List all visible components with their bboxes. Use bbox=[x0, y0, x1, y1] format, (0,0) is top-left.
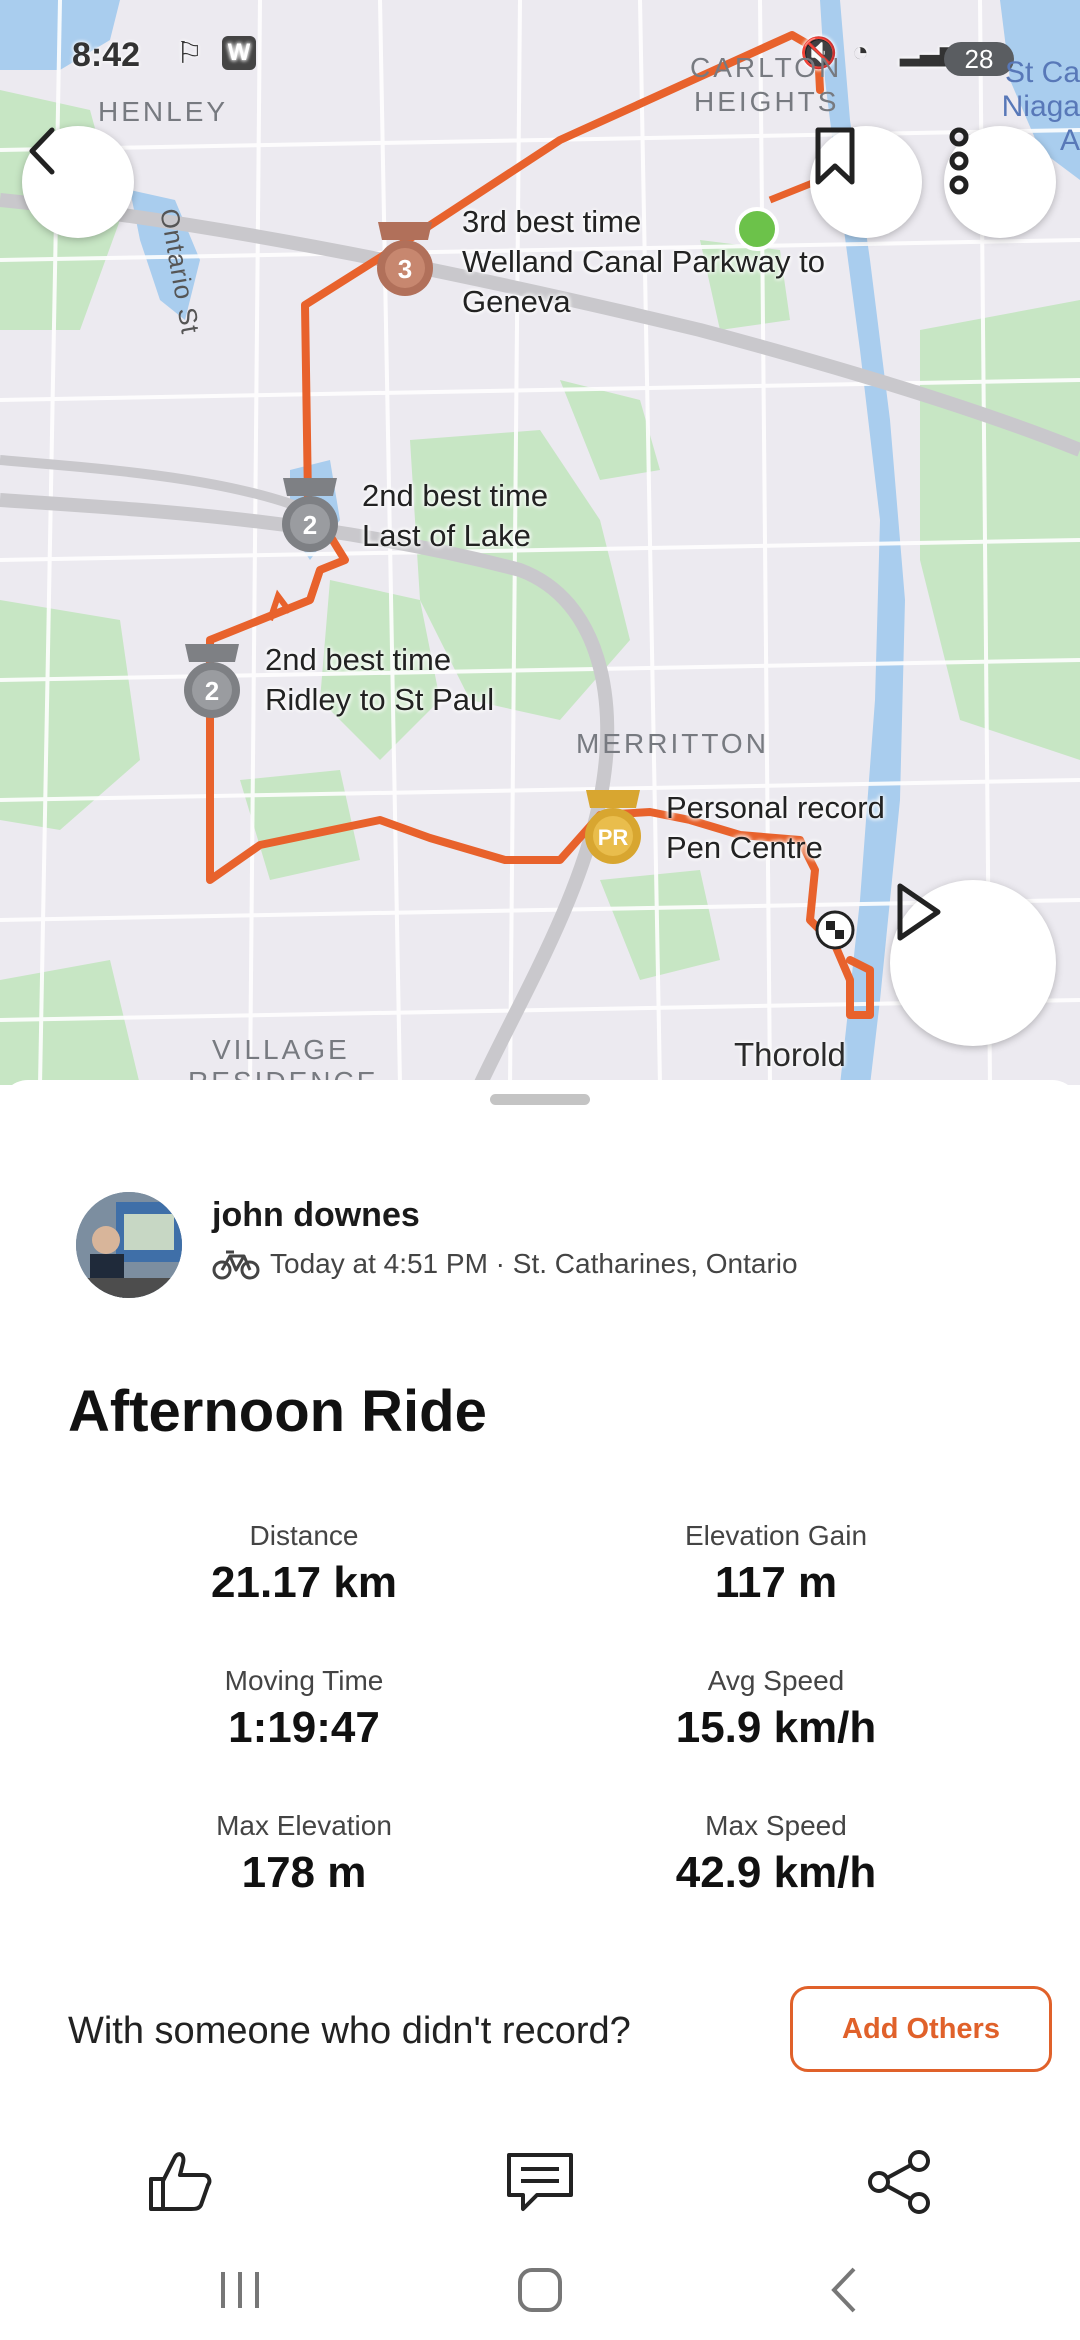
activity-sheet: john downes Today at 4:51 PM · St. Catha… bbox=[0, 1080, 1080, 2340]
system-nav-bar bbox=[0, 2250, 1080, 2340]
home-icon bbox=[518, 2268, 562, 2312]
stat-avg-speed: Avg Speed 15.9 km/h bbox=[566, 1665, 986, 1753]
play-icon bbox=[897, 883, 941, 941]
medal-number: 2 bbox=[205, 676, 219, 706]
segment-name: Welland Canal Parkway to bbox=[462, 244, 825, 279]
edge-label-line: Niaga bbox=[1001, 90, 1080, 123]
segment-name: Pen Centre bbox=[666, 830, 823, 865]
stat-label: Distance bbox=[249, 1520, 359, 1551]
more-options-button[interactable] bbox=[944, 126, 1056, 238]
stat-label: Moving Time bbox=[224, 1665, 384, 1696]
town-label-thorold: Thorold bbox=[734, 1036, 846, 1073]
pr-medal-icon[interactable]: PR bbox=[578, 786, 648, 870]
route-map[interactable]: 8:42 ⚐ W 🔇 ◔ ▂▃▅ 28 HENLEY CARLTON HEIGH… bbox=[0, 0, 1080, 1085]
place-label-carlton: CARLTON bbox=[690, 52, 843, 83]
comment-button[interactable] bbox=[498, 2140, 582, 2224]
share-button[interactable] bbox=[858, 2140, 942, 2224]
athlete-name[interactable]: john downes bbox=[212, 1196, 420, 1235]
thumbs-up-icon bbox=[149, 2152, 212, 2211]
segment-rank: 2nd best time bbox=[265, 642, 452, 677]
stat-max-speed: Max Speed 42.9 km/h bbox=[566, 1810, 986, 1898]
stat-max-elevation: Max Elevation 178 m bbox=[94, 1810, 514, 1898]
home-button[interactable] bbox=[500, 2250, 580, 2330]
silver-medal-icon[interactable]: 2 bbox=[177, 640, 247, 724]
status-time: 8:42 bbox=[72, 36, 141, 74]
activity-date-location: Today at 4:51 PM · St. Catharines, Ontar… bbox=[270, 1248, 798, 1279]
stat-value: 1:19:47 bbox=[228, 1703, 380, 1752]
bronze-medal-icon[interactable]: 3 bbox=[370, 218, 440, 302]
medal-number: 3 bbox=[398, 254, 412, 284]
wifi-icon: ◔ bbox=[852, 36, 869, 67]
stat-value: 117 m bbox=[714, 1558, 838, 1607]
flyover-play-button[interactable] bbox=[890, 880, 1056, 1046]
share-icon bbox=[868, 2150, 930, 2214]
segment-label[interactable]: Personal record Pen Centre bbox=[666, 788, 885, 868]
medal-number: 2 bbox=[303, 510, 317, 540]
bike-icon bbox=[212, 1250, 260, 1280]
stat-moving-time: Moving Time 1:19:47 bbox=[94, 1665, 514, 1753]
avatar[interactable] bbox=[76, 1192, 182, 1298]
stat-value: 42.9 km/h bbox=[675, 1848, 877, 1897]
avatar-photo bbox=[76, 1192, 182, 1298]
kudos-button[interactable] bbox=[138, 2140, 222, 2224]
segment-rank: Personal record bbox=[666, 790, 885, 825]
activity-meta: Today at 4:51 PM · St. Catharines, Ontar… bbox=[212, 1248, 798, 1280]
silver-medal-icon[interactable]: 2 bbox=[275, 474, 345, 558]
back-arrow-icon bbox=[29, 127, 55, 175]
stat-value: 15.9 km/h bbox=[675, 1703, 877, 1752]
more-vertical-icon bbox=[949, 127, 969, 195]
place-label-heights: HEIGHTS bbox=[694, 86, 840, 117]
segment-rank: 3rd best time bbox=[462, 204, 642, 239]
segment-label[interactable]: 2nd best time Last of Lake bbox=[362, 476, 548, 556]
chevron-left-icon bbox=[831, 2267, 856, 2313]
place-label-village: VILLAGE bbox=[212, 1034, 350, 1065]
segment-name: Ridley to St Paul bbox=[265, 682, 495, 717]
edge-label-line: St Ca bbox=[1004, 56, 1080, 89]
drag-handle[interactable] bbox=[490, 1094, 590, 1105]
stat-label: Avg Speed bbox=[707, 1665, 845, 1696]
activity-title: Afternoon Ride bbox=[68, 1379, 487, 1444]
notification-icon: ⚐ bbox=[176, 37, 203, 70]
bookmark-icon bbox=[815, 127, 855, 185]
stat-label: Elevation Gain bbox=[684, 1520, 868, 1551]
recents-icon bbox=[221, 2272, 259, 2308]
segment-name-cont: Geneva bbox=[462, 284, 571, 319]
segment-label[interactable]: 2nd best time Ridley to St Paul bbox=[265, 640, 494, 720]
stat-label: Max Speed bbox=[705, 1810, 847, 1841]
app-w-icon: W bbox=[222, 36, 256, 70]
stat-distance: Distance 21.17 km bbox=[94, 1520, 514, 1608]
segment-rank: 2nd best time bbox=[362, 478, 549, 513]
segment-label[interactable]: 3rd best time Welland Canal Parkway to G… bbox=[462, 202, 825, 322]
stat-value: 21.17 km bbox=[211, 1558, 397, 1607]
add-others-prompt: With someone who didn't record? bbox=[68, 2010, 631, 2052]
system-back-button[interactable] bbox=[804, 2250, 884, 2330]
place-label-merritton: MERRITTON bbox=[576, 728, 769, 759]
segment-name: Last of Lake bbox=[362, 518, 531, 553]
stat-elevation-gain: Elevation Gain 117 m bbox=[566, 1520, 986, 1608]
medal-label: PR bbox=[598, 825, 629, 850]
comment-icon bbox=[507, 2153, 573, 2211]
add-others-button[interactable]: Add Others bbox=[790, 1986, 1052, 2072]
place-label-henley: HENLEY bbox=[98, 96, 229, 127]
stat-value: 178 m bbox=[241, 1848, 367, 1897]
recents-button[interactable] bbox=[200, 2250, 280, 2330]
bookmark-button[interactable] bbox=[810, 126, 922, 238]
stat-label: Max Elevation bbox=[216, 1810, 392, 1841]
back-button[interactable] bbox=[22, 126, 134, 238]
